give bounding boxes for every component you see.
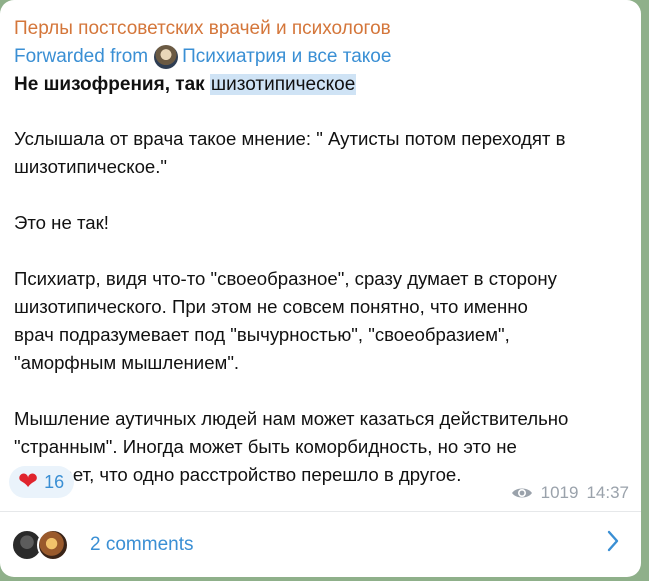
reaction-button[interactable]: ❤ 16 [9,466,75,498]
view-count: 1019 [540,483,579,502]
post-paragraph: Услышала от врача такое мнение: " Аутист… [14,128,566,177]
comments-label: 2 comments [90,533,194,555]
message-meta: 1019 14:37 [511,483,629,503]
chevron-right-icon [607,530,619,552]
avatar [37,528,69,561]
comments-button[interactable]: 2 comments [0,512,641,577]
eye-icon [511,488,532,498]
source-avatar[interactable] [154,45,179,69]
commenter-avatars [11,525,81,565]
headline-text: Не шизофрения, так [14,74,210,95]
post-paragraph: Психиатр, видя что-то "своеобразное", ср… [14,268,557,373]
forwarded-prefix: Forwarded from [14,46,149,67]
forwarded-header: Forwarded from Психиатрия и все такое [14,45,391,69]
post-body: Услышала от врача такое мнение: " Аутист… [14,125,629,517]
post-headline: Не шизофрения, так шизотипическое [14,74,357,96]
reaction-count: 16 [44,471,65,492]
forwarded-source-link[interactable]: Психиатрия и все такое [182,46,391,68]
post-paragraph: Мышление аутичных людей нам может казать… [14,408,569,485]
message-time: 14:37 [586,483,629,502]
headline-highlighted-text[interactable]: шизотипическое [209,74,357,95]
heart-icon: ❤ [18,468,39,495]
channel-title[interactable]: Перлы постсоветских врачей и психологов [14,18,391,40]
post-paragraph: Это не так! [14,212,109,233]
message-bubble: Перлы постсоветских врачей и психологов … [0,0,641,577]
